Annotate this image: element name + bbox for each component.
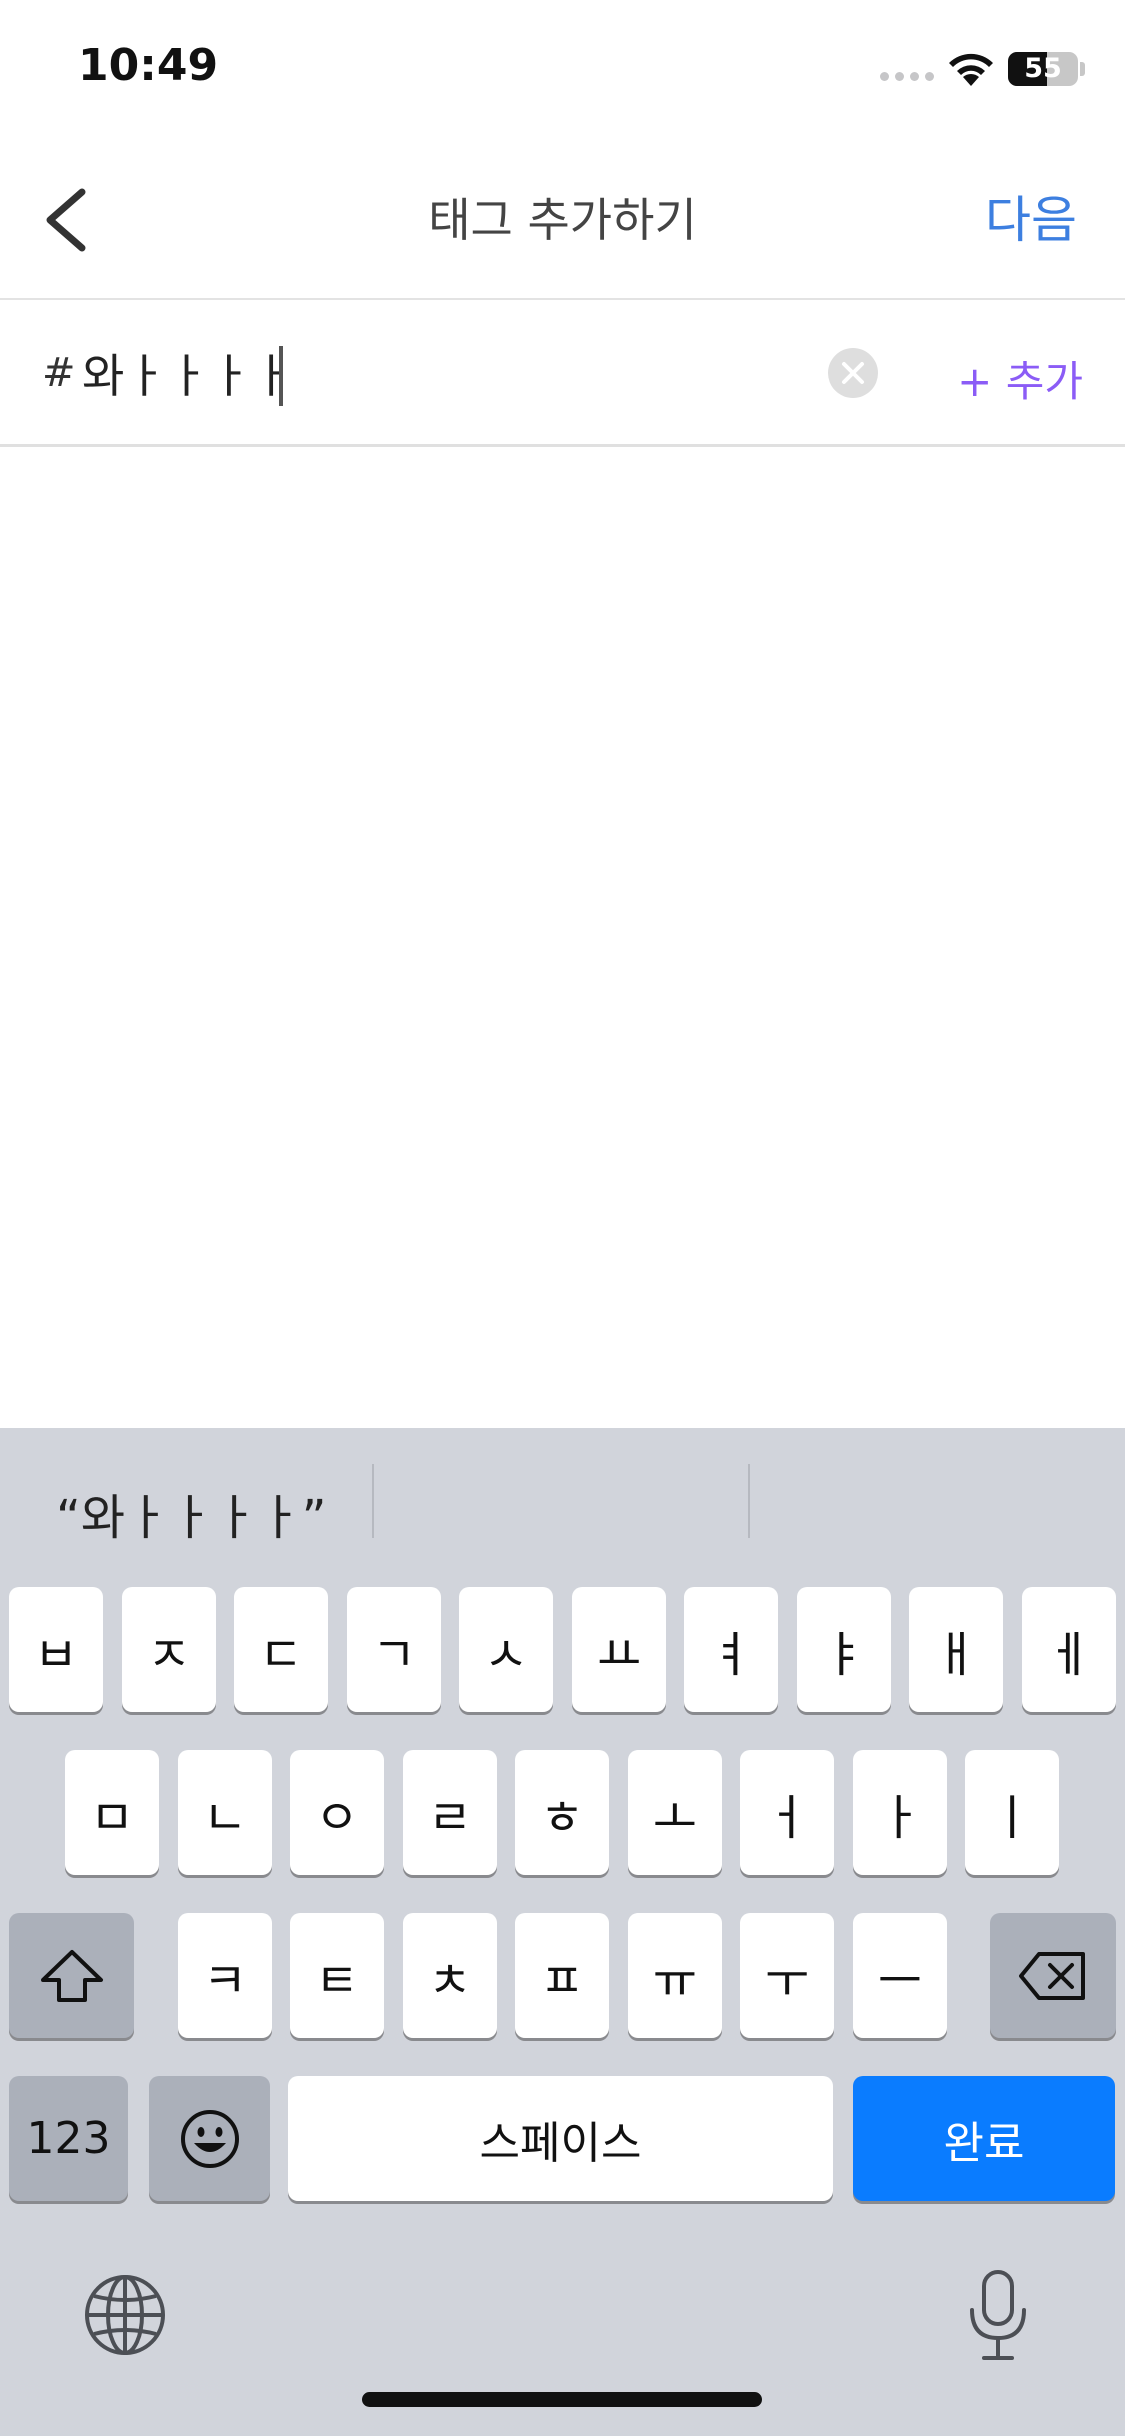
key[interactable]: ㅍ: [515, 1913, 609, 2038]
key[interactable]: ㅣ: [965, 1750, 1059, 1875]
key[interactable]: ㅂ: [9, 1587, 103, 1712]
key[interactable]: ㅠ: [628, 1913, 722, 2038]
key[interactable]: ㅌ: [290, 1913, 384, 2038]
hash-prefix: #: [42, 350, 76, 396]
cellular-signal-icon: [880, 72, 934, 84]
done-key[interactable]: 완료: [853, 2076, 1115, 2201]
space-key[interactable]: 스페이스: [288, 2076, 833, 2201]
suggestion-item[interactable]: “와ㅏㅏㅏㅏ”: [56, 1478, 327, 1548]
key[interactable]: ㄴ: [178, 1750, 272, 1875]
dictation-button[interactable]: [958, 2266, 1038, 2366]
battery-icon: 55: [1008, 52, 1078, 86]
key[interactable]: ㅋ: [178, 1913, 272, 2038]
suggestion-divider: [748, 1464, 750, 1538]
backspace-icon: [1019, 1951, 1085, 2000]
next-button[interactable]: 다음: [985, 180, 1077, 252]
key[interactable]: ㅇ: [290, 1750, 384, 1875]
clear-input-button[interactable]: [828, 348, 878, 398]
emoji-icon: [180, 2109, 239, 2168]
shift-icon: [40, 1949, 103, 2002]
key[interactable]: ㅅ: [459, 1587, 553, 1712]
key[interactable]: ㅐ: [909, 1587, 1003, 1712]
microphone-icon: [970, 2270, 1026, 2360]
shift-key[interactable]: [9, 1913, 134, 2038]
add-tag-button[interactable]: + 추가: [957, 348, 1083, 409]
wifi-icon: [949, 53, 993, 86]
key[interactable]: ㄱ: [347, 1587, 441, 1712]
battery-level: 55: [1024, 53, 1062, 84]
key[interactable]: ㅑ: [797, 1587, 891, 1712]
key[interactable]: ㅕ: [684, 1587, 778, 1712]
suggestion-bar: “와ㅏㅏㅏㅏ”: [0, 1428, 1125, 1578]
key[interactable]: ㅓ: [740, 1750, 834, 1875]
key[interactable]: ㅏ: [853, 1750, 947, 1875]
key[interactable]: ㅊ: [403, 1913, 497, 2038]
status-time: 10:49: [78, 40, 219, 91]
numbers-key[interactable]: 123: [9, 2076, 128, 2201]
battery-cap: [1080, 62, 1085, 76]
key[interactable]: ㅜ: [740, 1913, 834, 2038]
delete-key[interactable]: [990, 1913, 1116, 2038]
page-title: 태그 추가하기: [428, 193, 697, 247]
key[interactable]: ㅁ: [65, 1750, 159, 1875]
keyboard: “와ㅏㅏㅏㅏ” ㅂ ㅈ ㄷ ㄱ ㅅ ㅛ ㅕ ㅑ ㅐ ㅔ ㅁ ㄴ ㅇ ㄹ ㅎ ㅗ …: [0, 1428, 1125, 2436]
navigation-bar: 태그 추가하기 다음: [0, 140, 1125, 300]
key[interactable]: ㄷ: [234, 1587, 328, 1712]
text-caret: [279, 346, 283, 406]
home-indicator: [362, 2392, 762, 2407]
status-bar: 10:49 55: [0, 0, 1125, 140]
key[interactable]: ㅎ: [515, 1750, 609, 1875]
key[interactable]: ㅔ: [1022, 1587, 1116, 1712]
tag-input[interactable]: [82, 340, 802, 406]
globe-icon: [85, 2275, 165, 2355]
emoji-key[interactable]: [149, 2076, 270, 2201]
key[interactable]: ㅡ: [853, 1913, 947, 2038]
key[interactable]: ㄹ: [403, 1750, 497, 1875]
suggestion-divider: [372, 1464, 374, 1538]
key[interactable]: ㅛ: [572, 1587, 666, 1712]
key[interactable]: ㅗ: [628, 1750, 722, 1875]
tag-input-row: # + 추가: [0, 300, 1125, 447]
globe-button[interactable]: [80, 2270, 170, 2360]
key[interactable]: ㅈ: [122, 1587, 216, 1712]
close-icon: [842, 362, 864, 384]
